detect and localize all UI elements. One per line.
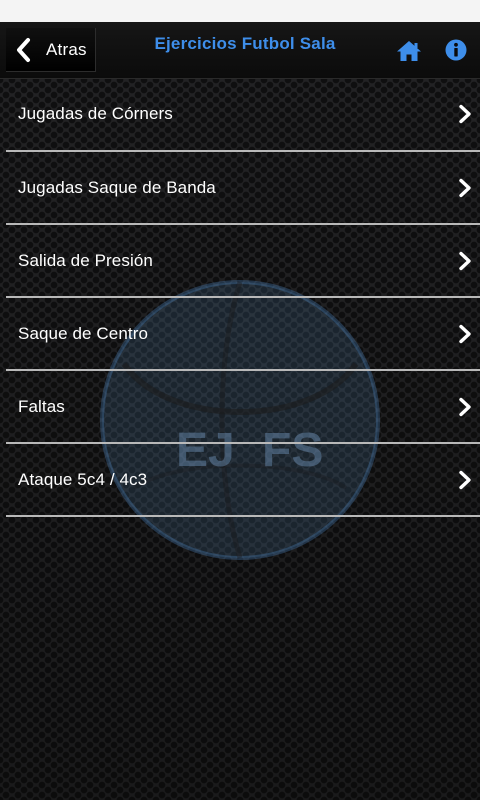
chevron-right-icon bbox=[459, 470, 471, 489]
info-icon[interactable] bbox=[445, 39, 467, 61]
chevron-left-icon bbox=[12, 37, 34, 63]
chevron-right-icon bbox=[459, 324, 471, 343]
chevron-right-icon bbox=[459, 178, 471, 197]
back-button-label: Atras bbox=[46, 39, 87, 59]
menu-item-salida-presion[interactable]: Salida de Presión bbox=[6, 225, 480, 298]
menu-item-faltas[interactable]: Faltas bbox=[6, 371, 480, 444]
menu-item-label: Ataque 5c4 / 4c3 bbox=[18, 469, 148, 489]
menu-item-label: Saque de Centro bbox=[18, 323, 149, 343]
app-screen: Atras Ejercicios Futbol Sala EJ FS Jugad… bbox=[0, 0, 480, 800]
chevron-right-icon bbox=[459, 104, 471, 124]
menu-item-label: Faltas bbox=[18, 396, 65, 416]
status-bar bbox=[0, 0, 480, 22]
chevron-right-icon bbox=[459, 397, 471, 416]
menu-item-label: Jugadas Saque de Banda bbox=[18, 177, 216, 197]
menu-item-label: Jugadas de Córners bbox=[18, 104, 173, 123]
menu-item-saque-centro[interactable]: Saque de Centro bbox=[6, 298, 480, 371]
chevron-right-icon bbox=[459, 251, 471, 270]
exercise-menu-list: Jugadas de Córners Jugadas Saque de Band… bbox=[6, 78, 480, 517]
menu-item-jugadas-corners[interactable]: Jugadas de Córners bbox=[6, 78, 480, 152]
header-bar: Atras Ejercicios Futbol Sala bbox=[0, 22, 480, 79]
menu-item-saque-banda[interactable]: Jugadas Saque de Banda bbox=[6, 152, 480, 225]
menu-item-ataque[interactable]: Ataque 5c4 / 4c3 bbox=[6, 444, 480, 517]
back-button[interactable]: Atras bbox=[6, 28, 96, 72]
page-title: Ejercicios Futbol Sala bbox=[154, 34, 336, 53]
home-icon[interactable] bbox=[396, 40, 422, 62]
menu-item-label: Salida de Presión bbox=[18, 250, 153, 270]
